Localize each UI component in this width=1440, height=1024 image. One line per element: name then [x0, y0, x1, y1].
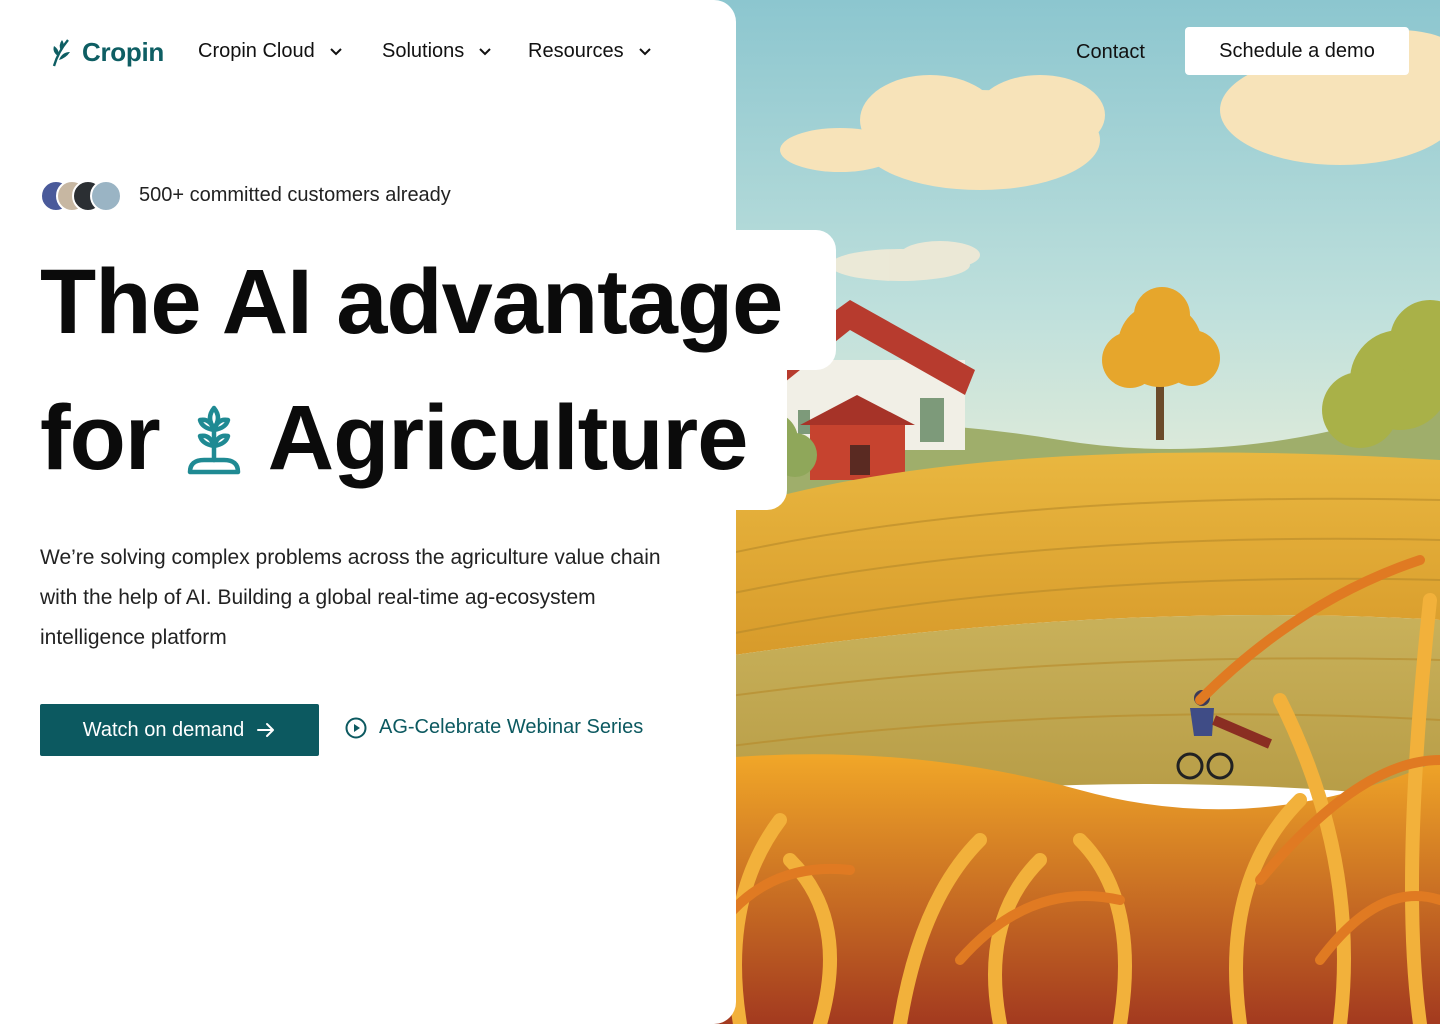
chevron-down-icon [330, 47, 342, 55]
nav-resources[interactable]: Resources [528, 40, 652, 63]
headline-line2: for Agriculture [40, 387, 749, 489]
button-label: Watch on demand [82, 718, 245, 741]
hero-description: We’re solving complex problems across th… [40, 546, 661, 649]
webinar-series-link[interactable]: AG-Celebrate Webinar Series [345, 716, 643, 739]
hero-illustration [700, 0, 1440, 1024]
wheat-icon [187, 405, 240, 475]
cropin-logo-icon [52, 39, 70, 67]
headline-agriculture: Agriculture [267, 387, 749, 489]
link-label: AG-Celebrate Webinar Series [379, 716, 644, 738]
chevron-down-icon [638, 47, 651, 55]
content-panel [0, 0, 736, 1024]
chevron-down-icon [479, 47, 491, 55]
brand-name: Cropin [82, 36, 164, 67]
nav-solutions[interactable]: Solutions [382, 40, 492, 63]
watch-on-demand-button[interactable]: Watch on demand [40, 704, 319, 756]
headline-line1: The AI advantage [40, 251, 783, 353]
brand-logo[interactable]: Cropin [48, 36, 164, 68]
play-circle-icon [345, 717, 367, 738]
nav-label: Resources [528, 40, 624, 62]
nav-cropin-cloud[interactable]: Cropin Cloud [198, 40, 343, 63]
headline-for: for [40, 387, 161, 489]
customers-count-text: 500+ committed customers already [139, 184, 451, 206]
customer-avatars [40, 180, 122, 212]
arrow-right-icon [257, 723, 275, 737]
nav-label: Cropin Cloud [198, 40, 315, 62]
contact-link[interactable]: Contact [1076, 41, 1145, 64]
schedule-demo-button[interactable]: Schedule a demo [1185, 27, 1409, 75]
nav-label: Solutions [382, 40, 465, 62]
avatar [90, 180, 122, 212]
